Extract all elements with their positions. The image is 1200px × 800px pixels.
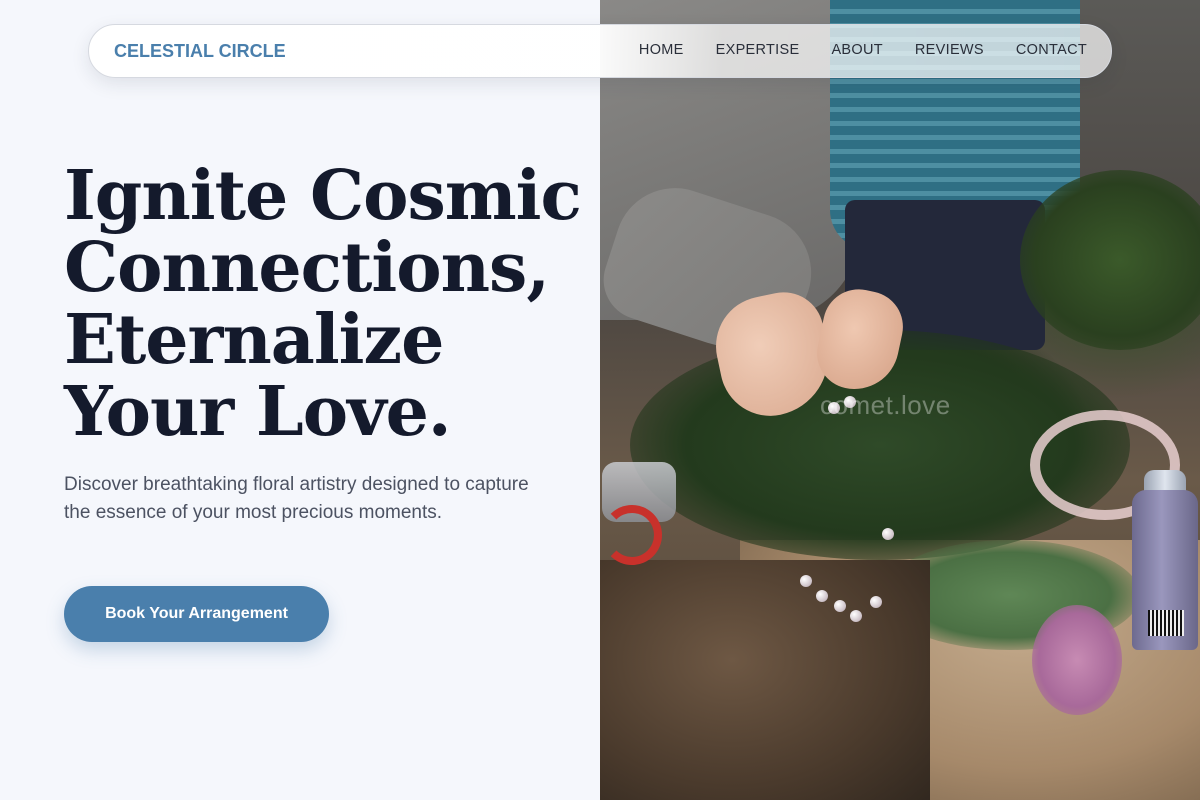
top-navigation-bar: CELESTIAL CIRCLE HOME EXPERTISE ABOUT RE…: [88, 24, 1112, 78]
lilac-flower: [1032, 605, 1122, 715]
hero-subtitle: Discover breathtaking floral artistry de…: [64, 474, 529, 523]
nav-link-contact[interactable]: CONTACT: [1016, 42, 1087, 58]
pearl-bead: [882, 528, 894, 540]
nav-link-home[interactable]: HOME: [639, 42, 684, 58]
pearl-bead: [816, 590, 828, 602]
hero-heading-line: Ignite Cosmic: [64, 156, 582, 236]
pearl-bead: [870, 596, 882, 608]
nav-link-reviews[interactable]: REVIEWS: [915, 42, 984, 58]
blurred-foreground-supplies: [600, 560, 930, 800]
nav-link-expertise[interactable]: EXPERTISE: [716, 42, 800, 58]
nav-links: HOME EXPERTISE ABOUT REVIEWS CONTACT: [639, 42, 1087, 58]
pearl-bead: [834, 600, 846, 612]
pearl-bead: [800, 575, 812, 587]
barcode-label: [1148, 610, 1184, 636]
hero-heading-line: Connections,: [64, 228, 550, 308]
background-greenery: [1020, 170, 1200, 350]
image-watermark: comet.love: [820, 390, 951, 420]
brand-logo-text[interactable]: CELESTIAL CIRCLE: [114, 41, 286, 62]
nav-link-about[interactable]: ABOUT: [831, 42, 882, 58]
candy-cane-ribbon: [602, 505, 662, 565]
hero-heading-line: Eternalize: [64, 300, 444, 380]
book-arrangement-button[interactable]: Book Your Arrangement: [64, 586, 329, 642]
pearl-bead: [850, 610, 862, 622]
hero-heading: Ignite Cosmic Connections, Eternalize Yo…: [64, 160, 584, 448]
hero-heading-line: Your Love.: [64, 372, 452, 452]
